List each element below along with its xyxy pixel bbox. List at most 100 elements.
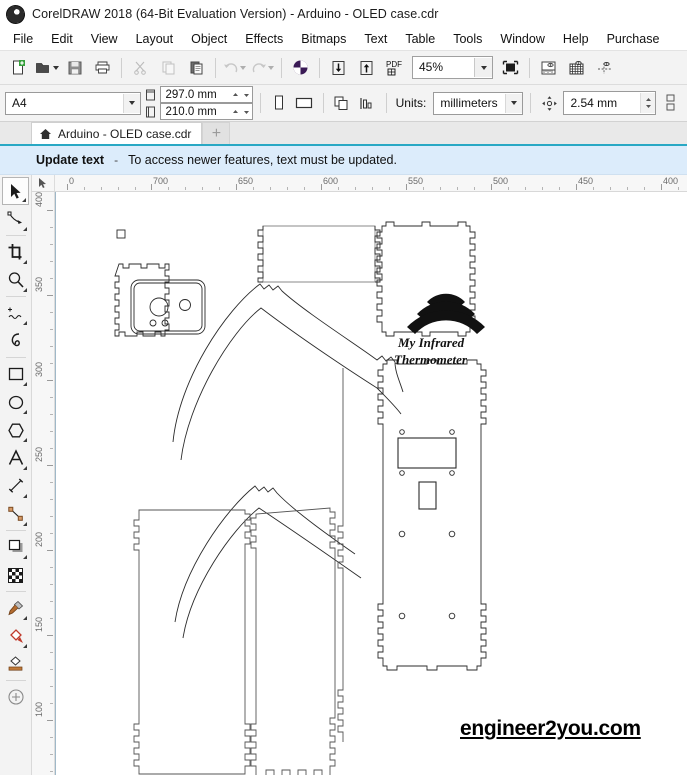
svg-text:My Infrared: My Infrared (397, 335, 465, 350)
flyout-arrow-icon[interactable] (23, 288, 27, 292)
page-width-value[interactable]: 297.0 mm (161, 88, 230, 102)
units-combobox[interactable]: millimeters (433, 91, 523, 115)
copy-icon[interactable] (155, 55, 182, 80)
all-pages-icon[interactable] (331, 91, 354, 116)
interactive-fill-tool[interactable] (2, 622, 29, 650)
undo-arrow-icon[interactable] (221, 55, 248, 80)
menu-bitmaps[interactable]: Bitmaps (292, 30, 355, 48)
flyout-arrow-icon[interactable] (23, 410, 27, 414)
polygon-tool[interactable] (2, 416, 29, 444)
page-width-spinner[interactable] (230, 88, 252, 102)
drawing-canvas[interactable]: My Infrared Thermometer engineer2you.com (55, 192, 687, 775)
page-width-field[interactable]: 297.0 mm (159, 86, 253, 103)
shape-tool[interactable] (2, 205, 29, 233)
flyout-arrow-icon[interactable] (23, 494, 27, 498)
pdf-icon[interactable]: PDF (381, 55, 408, 80)
coreldraw-connect-icon[interactable] (287, 55, 314, 80)
open-folder-icon[interactable] (33, 55, 60, 80)
page-height-spinner[interactable] (230, 105, 252, 119)
guidelines-icon[interactable] (591, 55, 618, 80)
menu-layout[interactable]: Layout (127, 30, 183, 48)
chevron-down-icon[interactable] (268, 65, 274, 70)
window-title: CorelDRAW 2018 (64-Bit Evaluation Versio… (32, 7, 439, 21)
flyout-arrow-icon[interactable] (23, 555, 27, 559)
menu-tools[interactable]: Tools (444, 30, 491, 48)
flyout-arrow-icon[interactable] (23, 321, 27, 325)
color-eyedropper-tool[interactable] (2, 594, 29, 622)
menu-object[interactable]: Object (182, 30, 236, 48)
rectangle-tool[interactable] (2, 360, 29, 388)
pick-tool[interactable] (2, 177, 29, 205)
flyout-arrow-icon[interactable] (23, 227, 27, 231)
chevron-down-icon[interactable] (122, 93, 140, 113)
nudge-distance-spinner[interactable] (640, 93, 656, 113)
floppy-disk-icon[interactable] (61, 55, 88, 80)
current-page-icon[interactable] (356, 91, 379, 116)
menu-help[interactable]: Help (554, 30, 598, 48)
menu-purchase[interactable]: Purchase (598, 30, 669, 48)
menu-text[interactable]: Text (355, 30, 396, 48)
flyout-arrow-icon[interactable] (23, 438, 27, 442)
page-height-field[interactable]: 210.0 mm (159, 103, 253, 120)
laser-cut-case-artwork[interactable]: My Infrared Thermometer (55, 192, 687, 775)
parallel-dimension-tool[interactable] (2, 472, 29, 500)
ruler-label: 450 (578, 176, 594, 186)
chevron-down-icon[interactable] (504, 93, 522, 113)
plus-circle-icon[interactable] (2, 683, 29, 711)
nudge-distance-value[interactable]: 2.54 mm (564, 93, 640, 113)
flyout-arrow-icon[interactable] (23, 616, 27, 620)
menu-effects[interactable]: Effects (236, 30, 292, 48)
artistic-media-tool[interactable] (2, 327, 29, 355)
ruler-label: 700 (153, 176, 169, 186)
ruler-icon[interactable] (535, 55, 562, 80)
plus-icon[interactable]: + (202, 122, 231, 144)
chevron-down-icon[interactable] (52, 65, 59, 70)
menu-table[interactable]: Table (396, 30, 444, 48)
clipboard-paste-icon[interactable] (183, 55, 210, 80)
vertical-ruler[interactable]: 400 350 300 250 200 150 100 (32, 192, 55, 775)
flyout-arrow-icon[interactable] (23, 260, 27, 264)
zoom-level-combobox[interactable]: 45% (412, 56, 493, 79)
drop-shadow-tool[interactable] (2, 533, 29, 561)
export-up-arrow-icon[interactable] (353, 55, 380, 80)
freehand-tool[interactable] (2, 299, 29, 327)
flyout-arrow-icon[interactable] (23, 382, 27, 386)
smart-fill-tool[interactable] (2, 650, 29, 678)
flyout-arrow-icon[interactable] (23, 644, 27, 648)
portrait-orientation-icon[interactable] (268, 91, 291, 116)
zoom-tool[interactable] (2, 266, 29, 294)
flyout-arrow-icon[interactable] (23, 466, 27, 470)
document-tab[interactable]: Arduino - OLED case.cdr (31, 122, 203, 144)
horizontal-ruler[interactable]: 0 700 650 600 550 500 450 400 (55, 175, 687, 191)
page-extras-icon[interactable] (659, 91, 682, 116)
text-tool[interactable] (2, 444, 29, 472)
menu-window[interactable]: Window (491, 30, 553, 48)
new-page-icon[interactable] (5, 55, 32, 80)
transparency-tool[interactable] (2, 561, 29, 589)
landscape-orientation-icon[interactable] (293, 91, 316, 116)
crop-tool[interactable] (2, 238, 29, 266)
flyout-arrow-icon[interactable] (22, 198, 26, 202)
redo-arrow-icon[interactable] (249, 55, 276, 80)
grid-icon[interactable] (563, 55, 590, 80)
page-size-value[interactable]: A4 (6, 94, 123, 113)
ellipse-tool[interactable] (2, 388, 29, 416)
full-screen-preview-icon[interactable] (497, 55, 524, 80)
scissors-icon[interactable] (127, 55, 154, 80)
chevron-down-icon[interactable] (474, 58, 492, 77)
page-size-combobox[interactable]: A4 (5, 91, 141, 115)
printer-icon[interactable] (89, 55, 116, 80)
import-down-arrow-icon[interactable] (325, 55, 352, 80)
flyout-arrow-icon[interactable] (23, 522, 27, 526)
chevron-down-icon[interactable] (240, 65, 246, 70)
page-height-value[interactable]: 210.0 mm (161, 105, 230, 119)
zoom-level-value[interactable]: 45% (413, 58, 474, 77)
connector-tool[interactable] (2, 500, 29, 528)
nudge-distance-field[interactable]: 2.54 mm (563, 91, 657, 115)
menu-edit[interactable]: Edit (42, 30, 82, 48)
menu-file[interactable]: File (4, 30, 42, 48)
page-height-row: 210.0 mm (144, 103, 253, 120)
units-value[interactable]: millimeters (434, 94, 505, 113)
menu-view[interactable]: View (82, 30, 127, 48)
ruler-origin-icon[interactable] (32, 175, 55, 191)
